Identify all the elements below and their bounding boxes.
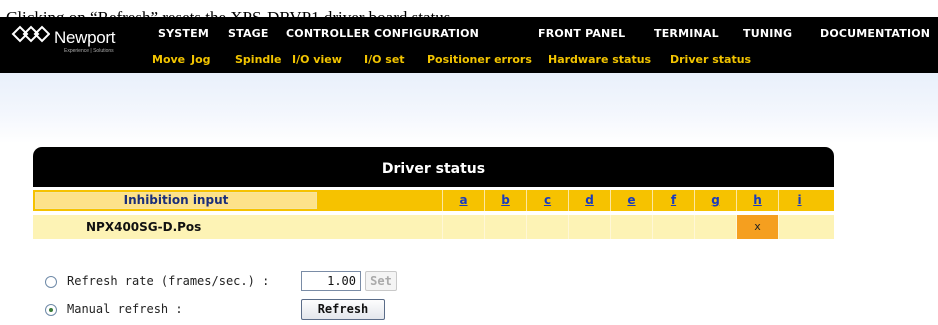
subnav-driver-status[interactable]: Driver status [670, 53, 751, 66]
refresh-button[interactable]: Refresh [301, 299, 385, 320]
status-cell-i [778, 215, 820, 239]
nav-controller-configuration[interactable]: CONTROLLER CONFIGURATION [286, 27, 479, 40]
status-cell-h: x [736, 215, 778, 239]
newport-logo-icon [11, 25, 50, 43]
column-g-link[interactable]: g [694, 190, 736, 211]
subnav-jog[interactable]: Jog [191, 53, 211, 66]
panel-title: Driver status [381, 161, 486, 177]
manual-refresh-label: Manual refresh : [67, 302, 183, 316]
top-navigation-bar: Newport Experience | Solutions SYSTEM ST… [0, 17, 938, 73]
set-button[interactable]: Set [365, 271, 397, 291]
status-cell-b [484, 215, 526, 239]
refresh-rate-label: Refresh rate (frames/sec.) : [67, 274, 270, 288]
subnav-hardware-status[interactable]: Hardware status [548, 53, 651, 66]
subnav-spindle[interactable]: Spindle [235, 53, 282, 66]
brand-name: Newport [54, 28, 116, 47]
column-f-link[interactable]: f [652, 190, 694, 211]
status-cell-g [694, 215, 736, 239]
nav-front-panel[interactable]: FRONT PANEL [538, 27, 625, 40]
nav-stage[interactable]: STAGE [228, 27, 269, 40]
column-c-link[interactable]: c [526, 190, 568, 211]
inhibition-input-header: Inhibition input [35, 192, 317, 209]
column-d-link[interactable]: d [568, 190, 610, 211]
column-h-link[interactable]: h [736, 190, 778, 211]
status-cell-e [610, 215, 652, 239]
status-cell-c [526, 215, 568, 239]
refresh-rate-radio[interactable] [45, 276, 57, 288]
column-e-link[interactable]: e [610, 190, 652, 211]
header-gradient [0, 73, 938, 143]
status-cell-d [568, 215, 610, 239]
refresh-rate-input[interactable]: 1.00 [301, 271, 361, 291]
table-row: NPX400SG-D.Pos x [33, 215, 834, 239]
subnav-io-set[interactable]: I/O set [364, 53, 405, 66]
column-b-link[interactable]: b [484, 190, 526, 211]
column-a-link[interactable]: a [442, 190, 484, 211]
subnav-io-view[interactable]: I/O view [292, 53, 342, 66]
manual-refresh-radio[interactable] [45, 304, 57, 316]
table-header-row: Inhibition input a b c d e f g h i [33, 190, 834, 211]
nav-terminal[interactable]: TERMINAL [654, 27, 719, 40]
nav-tuning[interactable]: TUNING [743, 27, 792, 40]
subnav-move[interactable]: Move [152, 53, 185, 66]
subnav-positioner-errors[interactable]: Positioner errors [427, 53, 532, 66]
column-i-link[interactable]: i [778, 190, 820, 211]
nav-documentation[interactable]: DOCUMENTATION [820, 27, 930, 40]
nav-system[interactable]: SYSTEM [158, 27, 209, 40]
status-cell-a [442, 215, 484, 239]
status-cell-f [652, 215, 694, 239]
radio-selected-dot [49, 308, 53, 312]
positioner-name: NPX400SG-D.Pos [86, 220, 202, 234]
brand-tagline: Experience | Solutions [64, 48, 114, 54]
panel-header: Driver status [33, 147, 834, 187]
